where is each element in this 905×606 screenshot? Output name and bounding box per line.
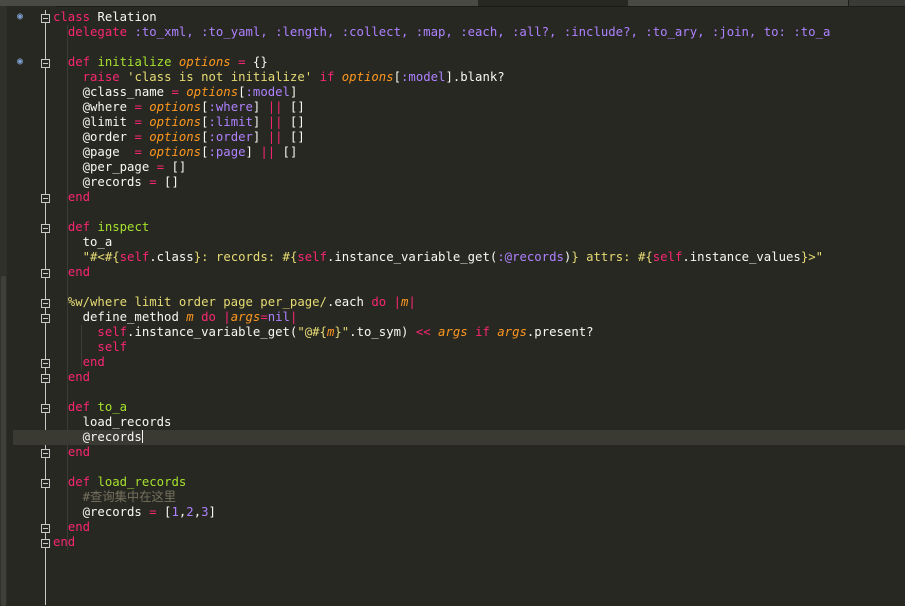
code-line[interactable]: raise 'class is not initialize' if optio… bbox=[53, 70, 905, 85]
fold-toggle-icon[interactable] bbox=[41, 475, 50, 488]
code-line[interactable]: end bbox=[53, 445, 905, 460]
code-line[interactable]: self bbox=[53, 340, 905, 355]
fold-toggle-icon[interactable] bbox=[41, 220, 50, 233]
fold-toggle-icon[interactable] bbox=[41, 524, 50, 537]
code-line[interactable]: @limit = options[:limit] || [] bbox=[53, 115, 905, 130]
code-line[interactable]: @class_name = options[:model] bbox=[53, 85, 905, 100]
fold-toggle-icon[interactable] bbox=[41, 400, 50, 413]
code-line[interactable]: def load_records bbox=[53, 475, 905, 490]
code-line[interactable]: #查询集中在这里 bbox=[53, 490, 905, 505]
code-line[interactable]: @page = options[:page] || [] bbox=[53, 145, 905, 160]
code-line[interactable]: end bbox=[53, 535, 905, 550]
code-line[interactable]: end bbox=[53, 520, 905, 535]
code-line[interactable]: end bbox=[53, 265, 905, 280]
code-line[interactable]: @records = [] bbox=[53, 175, 905, 190]
scrollbar[interactable] bbox=[0, 6, 7, 606]
code-line[interactable] bbox=[53, 385, 905, 400]
code-line[interactable]: class Relation bbox=[53, 10, 905, 25]
code-line[interactable]: def to_a bbox=[53, 400, 905, 415]
code-line[interactable]: load_records bbox=[53, 415, 905, 430]
code-line[interactable]: def initialize options = {} bbox=[53, 55, 905, 70]
tab-bar[interactable] bbox=[0, 0, 905, 7]
code-line[interactable]: %w/where limit order page per_page/.each… bbox=[53, 295, 905, 310]
code-line[interactable] bbox=[53, 460, 905, 475]
code-line[interactable] bbox=[53, 40, 905, 55]
editor-tab[interactable] bbox=[58, 0, 159, 6]
fold-toggle-icon[interactable] bbox=[41, 10, 50, 23]
code-line[interactable]: end bbox=[53, 190, 905, 205]
fold-toggle-icon[interactable] bbox=[41, 55, 50, 68]
code-line[interactable]: @where = options[:where] || [] bbox=[53, 100, 905, 115]
code-line[interactable]: def inspect bbox=[53, 220, 905, 235]
code-line[interactable]: delegate :to_xml, :to_yaml, :length, :co… bbox=[53, 25, 905, 40]
editor-tab[interactable] bbox=[158, 0, 269, 6]
editor-tab[interactable] bbox=[378, 0, 479, 6]
fold-toggle-icon[interactable] bbox=[41, 374, 50, 387]
fold-toggle-icon[interactable] bbox=[41, 295, 50, 308]
fold-toggle-icon[interactable] bbox=[41, 539, 50, 552]
scrollbar-thumb[interactable] bbox=[1, 276, 6, 606]
code-line[interactable]: to_a bbox=[53, 235, 905, 250]
code-line[interactable]: end bbox=[53, 355, 905, 370]
text-cursor bbox=[141, 430, 143, 443]
fold-toggle-icon[interactable] bbox=[41, 194, 50, 207]
editor-tab[interactable] bbox=[628, 0, 739, 6]
editor-tab-active[interactable] bbox=[478, 0, 629, 6]
code-line[interactable] bbox=[53, 205, 905, 220]
code-line-current[interactable]: @records bbox=[13, 430, 905, 445]
code-editor[interactable]: class Relation delegate :to_xml, :to_yam… bbox=[13, 10, 905, 550]
fold-toggle-icon[interactable] bbox=[41, 310, 50, 323]
editor-tab[interactable] bbox=[738, 0, 849, 6]
code-line[interactable]: @records = [1,2,3] bbox=[53, 505, 905, 520]
bookmark-marker-icon[interactable]: ◉ bbox=[17, 57, 27, 67]
fold-toggle-icon[interactable] bbox=[41, 359, 50, 372]
fold-toggle-icon[interactable] bbox=[41, 269, 50, 282]
bookmark-marker-icon[interactable]: ◉ bbox=[17, 12, 27, 22]
fold-toggle-icon[interactable] bbox=[41, 449, 50, 462]
editor-tab[interactable] bbox=[268, 0, 379, 6]
code-line[interactable]: "#<#{self.class}: records: #{self.instan… bbox=[53, 250, 905, 265]
code-line[interactable]: self.instance_variable_get("@#{m}".to_sy… bbox=[53, 325, 905, 340]
code-line[interactable]: define_method m do |args=nil| bbox=[53, 310, 905, 325]
code-line[interactable]: @per_page = [] bbox=[53, 160, 905, 175]
code-line[interactable] bbox=[53, 280, 905, 295]
code-line[interactable]: end bbox=[53, 370, 905, 385]
code-line[interactable]: @order = options[:order] || [] bbox=[53, 130, 905, 145]
